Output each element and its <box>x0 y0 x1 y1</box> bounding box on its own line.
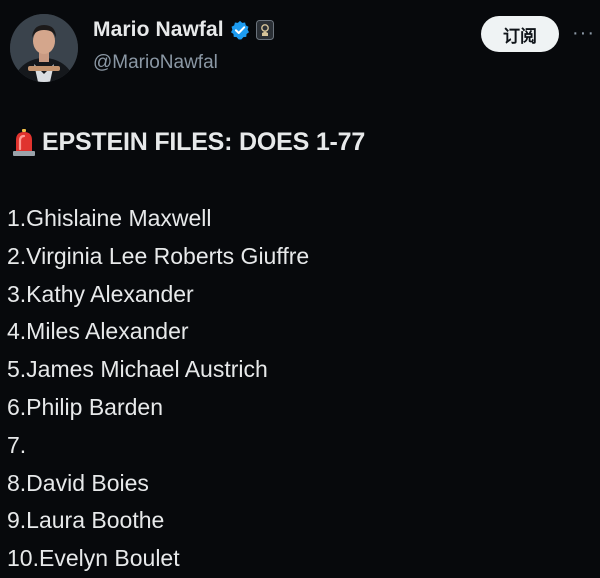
subscribe-button[interactable]: 订阅 <box>481 16 559 52</box>
author-handle[interactable]: @MarioNawfal <box>93 52 218 74</box>
author-name-row: Mario Nawfal <box>93 18 274 42</box>
affiliate-badge-icon[interactable] <box>255 20 274 40</box>
list-item: 6.Philip Barden <box>7 393 163 420</box>
author-display-name[interactable]: Mario Nawfal <box>93 18 224 42</box>
list-item: 7. <box>7 431 27 458</box>
list-item: 5.James Michael Austrich <box>7 356 268 383</box>
list-item: 1.Ghislaine Maxwell <box>7 205 212 231</box>
post-headline: EPSTEIN FILES: DOES 1-77 <box>12 128 365 157</box>
list-item: 8.David Boies <box>7 469 149 496</box>
tweet: Mario Nawfal @MarioNawfal 订阅 ··· EPSTEIN… <box>0 0 600 571</box>
headline-text: EPSTEIN FILES: DOES 1-77 <box>42 128 366 156</box>
siren-emoji-icon <box>13 128 35 156</box>
avatar[interactable] <box>10 14 78 82</box>
list-item: 10.Evelyn Boulet <box>7 545 180 572</box>
list-item: 9.Laura Boothe <box>7 507 165 534</box>
names-list: 1.Ghislaine Maxwell 2.Virginia Lee Rober… <box>7 200 309 578</box>
list-item: 3.Kathy Alexander <box>7 280 194 307</box>
list-item: 4.Miles Alexander <box>7 318 189 345</box>
more-horizontal-icon[interactable]: ··· <box>572 23 598 43</box>
list-item: 2.Virginia Lee Roberts Giuffre <box>7 242 310 269</box>
verified-badge-icon <box>230 20 249 40</box>
avatar-portrait <box>10 14 78 82</box>
